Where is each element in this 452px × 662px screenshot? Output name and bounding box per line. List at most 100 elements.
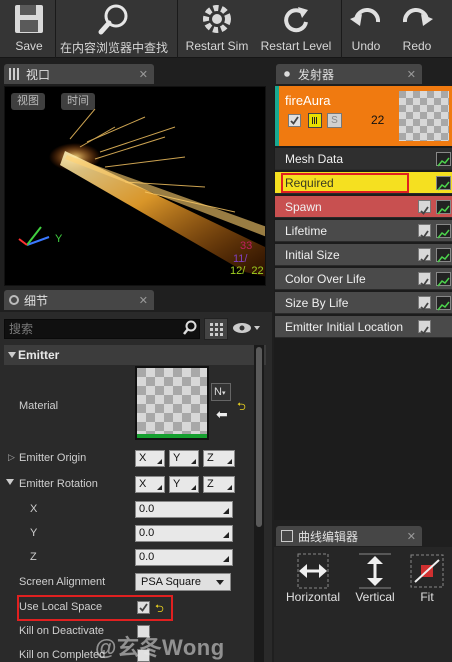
emitter-thumbnail <box>399 91 449 141</box>
tab-details[interactable]: 细节 ✕ <box>4 290 154 310</box>
visibility-eye-icon[interactable] <box>232 321 262 335</box>
stat-line-1: 33 <box>240 240 253 252</box>
viewport[interactable]: 视图 时间 Y 33 11/ 12/ 22 <box>4 86 266 286</box>
module-color-over-life[interactable]: Color Over Life <box>275 268 452 290</box>
reset-to-default-icon[interactable]: ⮌ <box>237 398 246 417</box>
vertical-fit-button[interactable]: Vertical <box>350 552 400 608</box>
restart-sim-button[interactable]: Restart Sim <box>180 0 254 58</box>
emitter-rotation-x[interactable]: X <box>135 476 165 493</box>
tab-viewport-label: 视口 <box>26 67 51 82</box>
rotation-y-field[interactable]: 0.0 <box>135 525 233 542</box>
use-selected-arrow-icon[interactable]: ⬅ <box>216 406 228 423</box>
screen-alignment-select[interactable]: PSA Square <box>135 573 231 591</box>
emitter-origin-z[interactable]: Z <box>203 450 235 467</box>
tab-emitters[interactable]: 发射器 ✕ <box>276 64 422 84</box>
tab-curve-editor[interactable]: 曲线编辑器 ✕ <box>276 526 422 546</box>
gear-icon <box>203 5 231 33</box>
kill-on-deactivate-label: Kill on Deactivate <box>19 625 104 637</box>
rotation-x-field[interactable]: 0.0 <box>135 501 233 518</box>
find-in-content-browser-button[interactable]: 在内容浏览器中查找 <box>58 0 170 58</box>
module-lifetime[interactable]: Lifetime <box>275 220 452 242</box>
chevron-right-icon[interactable]: ▷ <box>8 452 15 463</box>
tab-details-label: 细节 <box>24 293 49 308</box>
emitter-enabled-checkbox[interactable] <box>288 114 301 127</box>
curve-graph-icon[interactable] <box>436 272 451 287</box>
vertical-arrows-icon <box>359 553 391 589</box>
module-enabled-checkbox[interactable] <box>418 248 431 263</box>
emitter-origin-label: Emitter Origin <box>19 452 87 464</box>
module-emitter-initial-location[interactable]: Emitter Initial Location <box>275 316 452 338</box>
search-input[interactable]: 搜索 <box>4 319 200 339</box>
fit-button[interactable]: Fit <box>406 552 448 608</box>
view-menu-button[interactable]: 视图 <box>11 93 45 110</box>
rotation-z-label: Z <box>30 551 37 563</box>
rotation-y-label: Y <box>30 527 38 539</box>
curve-graph-icon[interactable] <box>436 176 451 191</box>
curve-editor-icon <box>281 530 293 542</box>
save-icon <box>15 5 43 33</box>
material-dropdown-button[interactable]: N▾ <box>211 383 231 401</box>
emitter-rotation-y[interactable]: Y <box>169 476 199 493</box>
close-icon[interactable]: ✕ <box>139 68 148 81</box>
module-enabled-checkbox[interactable] <box>418 320 431 335</box>
emitter-origin-y[interactable]: Y <box>169 450 199 467</box>
watermark: @玄冬Wong <box>95 635 225 660</box>
redo-label: Redo <box>402 39 432 53</box>
module-enabled-checkbox[interactable] <box>418 296 431 311</box>
emitter-origin-x[interactable]: X <box>135 450 165 467</box>
axis-gizmo <box>18 226 50 246</box>
close-icon[interactable]: ✕ <box>407 68 416 81</box>
time-menu-button[interactable]: 时间 <box>61 93 95 110</box>
toolbar: Save 在内容浏览器中查找 Restart Sim Restart Level… <box>0 0 452 58</box>
rotation-z-field[interactable]: 0.0 <box>135 549 233 566</box>
horizontal-fit-button[interactable]: Horizontal <box>282 552 344 608</box>
redo-button[interactable]: Redo <box>394 0 440 58</box>
horizontal-arrows-icon <box>297 553 329 589</box>
property-matrix-button[interactable] <box>204 318 228 340</box>
redo-icon <box>402 7 433 26</box>
chevron-down-icon[interactable] <box>6 479 14 485</box>
emitter-icon <box>281 68 293 80</box>
curve-graph-icon[interactable] <box>436 224 451 239</box>
refresh-icon <box>284 7 308 33</box>
search-icon[interactable] <box>182 320 198 336</box>
tab-curve-editor-label: 曲线编辑器 <box>298 529 359 544</box>
tab-viewport[interactable]: 视口 ✕ <box>4 64 154 84</box>
rotation-x-label: X <box>30 503 38 515</box>
scrollbar-thumb[interactable] <box>256 347 262 527</box>
restart-level-button[interactable]: Restart Level <box>256 0 336 58</box>
fit-icon <box>410 554 444 588</box>
module-size-by-life[interactable]: Size By Life <box>275 292 452 314</box>
chevron-down-icon <box>8 352 16 358</box>
section-emitter[interactable]: Emitter <box>4 345 266 365</box>
module-enabled-checkbox[interactable] <box>418 224 431 239</box>
solo-button[interactable]: S <box>327 113 342 128</box>
module-mesh-data[interactable]: Mesh Data <box>275 148 452 170</box>
magnifier-icon <box>9 295 19 305</box>
emitter-card[interactable]: fireAura S 22 <box>275 86 452 146</box>
magnifier-icon <box>98 4 128 35</box>
material-thumbnail[interactable] <box>135 366 209 440</box>
curve-graph-icon[interactable] <box>436 248 451 263</box>
save-label: Save <box>15 39 43 53</box>
emitter-particle-count: 22 <box>371 113 385 127</box>
undo-button[interactable]: Undo <box>344 0 388 58</box>
curve-graph-icon[interactable] <box>436 152 451 167</box>
save-button[interactable]: Save <box>8 0 50 58</box>
emitter-name: fireAura <box>285 93 331 108</box>
module-enabled-checkbox[interactable] <box>418 272 431 287</box>
close-icon[interactable]: ✕ <box>407 530 416 543</box>
undo-label: Undo <box>351 39 381 53</box>
render-mode-icon[interactable] <box>308 113 322 128</box>
close-icon[interactable]: ✕ <box>139 294 148 307</box>
module-enabled-checkbox[interactable] <box>418 200 431 215</box>
find-in-browser-label: 在内容浏览器中查找 <box>59 41 168 55</box>
module-spawn[interactable]: Spawn <box>275 196 452 218</box>
module-initial-size[interactable]: Initial Size <box>275 244 452 266</box>
annotation-box-use-local-space <box>17 595 173 621</box>
emitter-rotation-z[interactable]: Z <box>203 476 235 493</box>
curve-graph-icon[interactable] <box>436 200 451 215</box>
details-scrollbar[interactable] <box>254 345 264 662</box>
tab-emitters-label: 发射器 <box>298 67 335 82</box>
curve-graph-icon[interactable] <box>436 296 451 311</box>
